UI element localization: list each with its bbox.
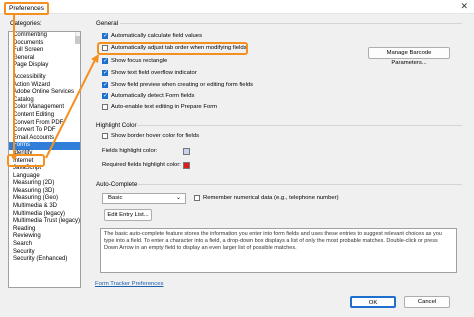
checkbox[interactable] [102,92,108,99]
option-field-preview[interactable]: Show field preview when creating or edit… [102,81,254,88]
category-item[interactable]: Multimedia & 3D [9,203,80,211]
option-label: Automatically calculate field values [111,33,203,39]
title-bar: Preferences ✕ [0,0,474,15]
option-label: Show focus rectangle [111,58,168,64]
checkbox[interactable] [102,104,108,110]
option-label: Remember numerical data (e.g., telephone… [203,195,339,201]
autocomplete-description: The basic auto-complete feature stores t… [100,228,457,273]
category-item[interactable]: Convert To PDF [9,127,80,135]
fields-highlight-swatch[interactable] [183,148,190,155]
option-overflow-indicator[interactable]: Show text field overflow indicator [102,69,197,76]
form-tracker-link[interactable]: Form Tracker Preferences [95,281,163,287]
required-highlight-row: Required fields highlight color: [102,162,181,168]
category-item[interactable]: General [9,55,80,63]
scrollbar-thumb[interactable] [75,36,80,44]
general-section-title: General [96,20,119,27]
option-show-focus-rectangle[interactable]: Show focus rectangle [102,57,168,64]
checkbox[interactable] [102,32,108,39]
checkbox[interactable] [102,81,108,88]
category-item[interactable]: Security (Enhanced) [9,256,80,264]
category-item[interactable]: Measuring (Geo) [9,195,80,203]
divider [120,23,462,24]
categories-label: Categories: [10,20,42,27]
category-item[interactable]: Convert From PDF [9,120,80,128]
option-label: Show field preview when creating or edit… [111,82,254,88]
divider [138,184,462,185]
category-item[interactable]: Language [9,173,80,181]
category-item[interactable]: Search [9,241,80,249]
manage-barcode-button[interactable]: Manage Barcode Parameters... [368,47,450,66]
checkbox[interactable] [102,69,108,76]
category-item[interactable]: Action Wizard [9,82,80,90]
category-item[interactable]: Adobe Online Services [9,89,80,97]
category-item[interactable]: Measuring (3D) [9,188,80,196]
checkbox[interactable] [194,195,200,201]
category-item[interactable]: Full Screen [9,47,80,55]
option-auto-enable-text-editing[interactable]: Auto-enable text editing in Prepare Form [102,104,217,110]
fields-highlight-label: Fields highlight color: [102,148,158,154]
close-icon[interactable]: ✕ [460,1,468,12]
autocomplete-select[interactable]: Basic ⌄ [102,193,186,204]
option-detect-form-fields[interactable]: Automatically detect Form fields [102,92,195,99]
edit-entry-list-button[interactable]: Edit Entry List... [104,209,152,221]
window-title: Preferences [4,2,50,15]
required-highlight-swatch[interactable] [183,162,190,169]
select-value: Basic [108,195,123,201]
divider [137,125,462,126]
chevron-down-icon: ⌄ [175,195,181,201]
option-label: Auto-enable text editing in Prepare Form [111,104,218,110]
category-item[interactable]: Reviewing [9,233,80,241]
category-item[interactable]: Accessibility [9,74,80,82]
category-item[interactable]: Reading [9,226,80,234]
checkbox[interactable] [102,57,108,64]
fields-highlight-row: Fields highlight color: [102,148,157,154]
option-label: Show border hover color for fields [111,133,200,139]
category-item[interactable]: Documents [9,40,80,48]
checkbox[interactable] [102,133,108,139]
ok-button[interactable]: OK [350,296,396,308]
option-remember-numerical[interactable]: Remember numerical data (e.g., telephone… [194,195,339,201]
category-item[interactable]: Commenting [9,32,80,40]
categories-scrollbar[interactable] [75,32,80,44]
category-item[interactable]: Security [9,249,80,257]
option-label: Show text field overflow indicator [111,70,197,76]
highlight-callout-forms [7,154,45,167]
category-item[interactable]: Measuring (2D) [9,180,80,188]
category-item[interactable]: Email Accounts [9,135,80,143]
highlight-section-title: Highlight Color [96,122,137,129]
category-item[interactable]: Color Management [9,104,80,112]
category-item[interactable]: Multimedia Trust (legacy) [9,218,80,226]
option-border-hover-color[interactable]: Show border hover color for fields [102,133,199,139]
category-item[interactable]: Content Editing [9,112,80,120]
option-label: Automatically detect Form fields [111,93,195,99]
cancel-button[interactable]: Cancel [404,296,450,308]
category-item[interactable]: Page Display [9,62,80,70]
category-item[interactable]: Multimedia (legacy) [9,211,80,219]
category-item-forms[interactable]: Forms [9,142,80,150]
category-item[interactable]: Catalog [9,97,80,105]
option-calculate-field-values[interactable]: Automatically calculate field values [102,32,203,39]
required-highlight-label: Required fields highlight color: [102,162,181,168]
autocomplete-section-title: Auto-Complete [96,181,138,188]
highlight-callout-tab-order [97,42,248,55]
